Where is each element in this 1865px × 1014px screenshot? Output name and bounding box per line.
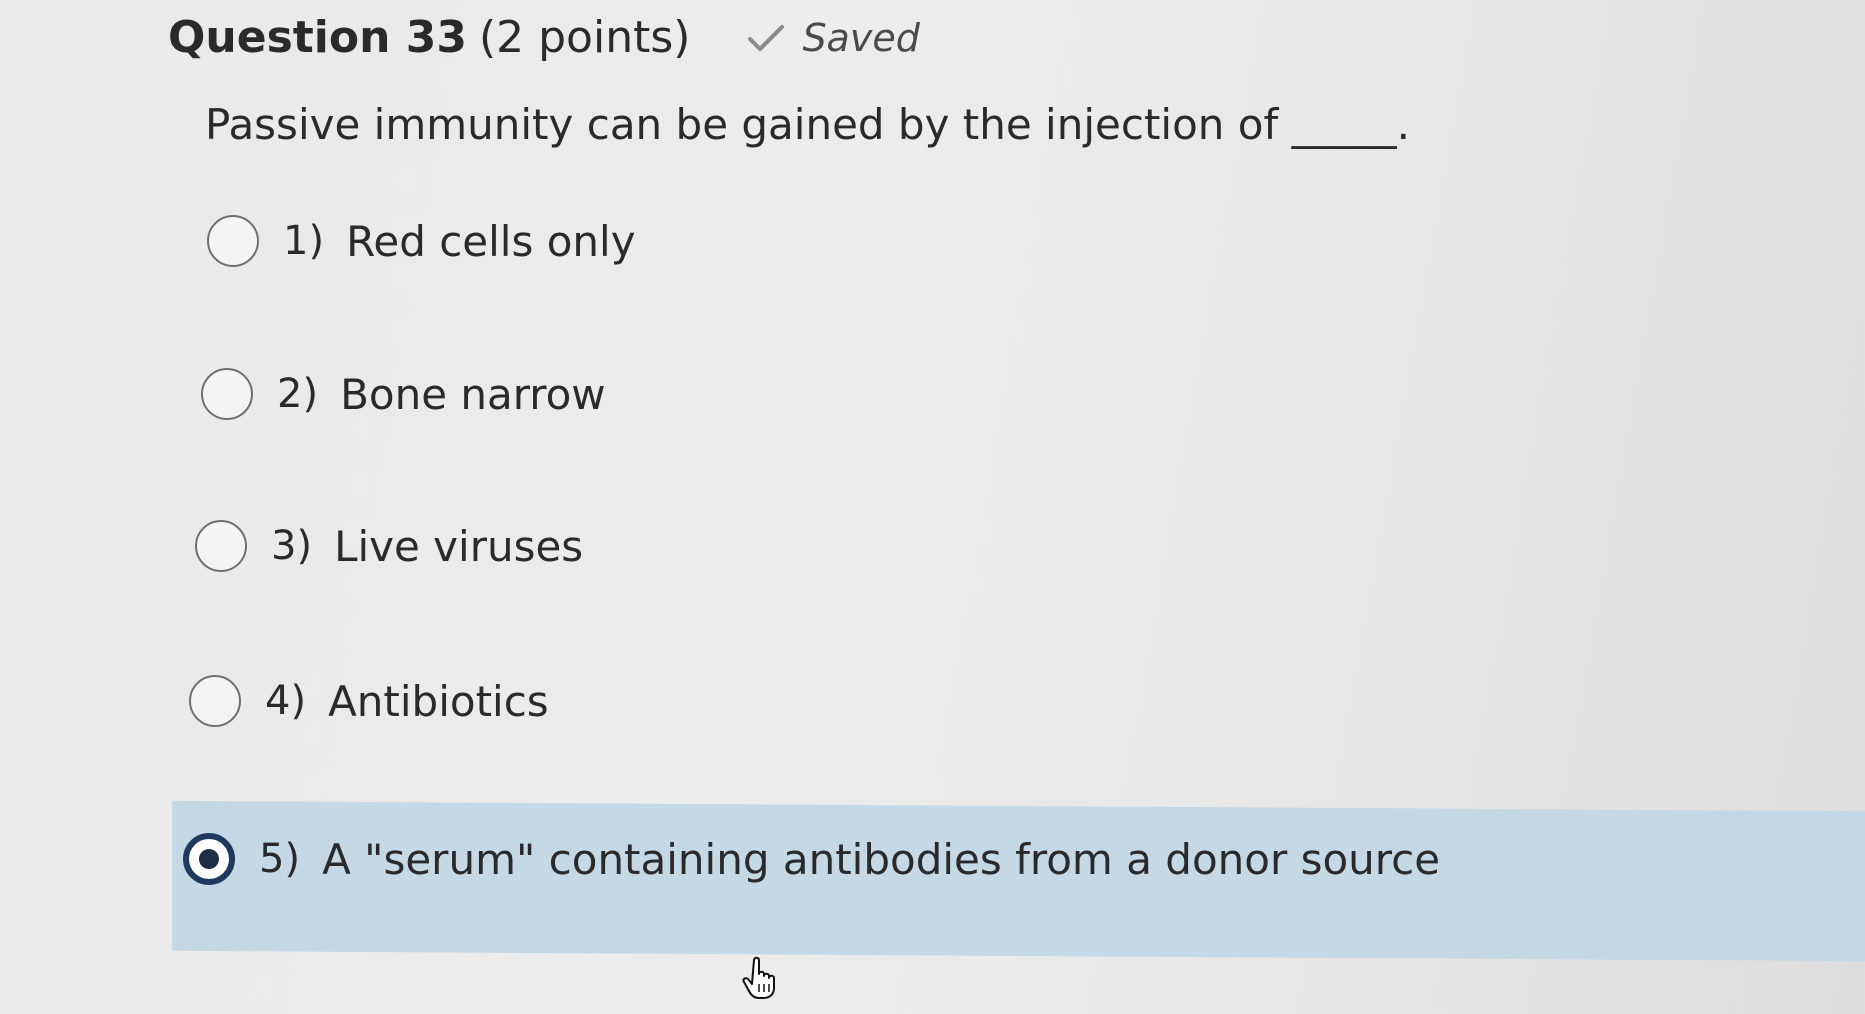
question-text: Passive immunity can be gained by the in… xyxy=(205,100,1410,149)
question-header: Question 33 (2 points) Saved xyxy=(168,12,920,63)
radio-button[interactable] xyxy=(195,520,247,572)
quiz-page: Question 33 (2 points) Saved Passive imm… xyxy=(0,0,1865,1014)
answer-option-5[interactable]: 5) A "serum" containing antibodies from … xyxy=(183,833,1440,885)
radio-button[interactable] xyxy=(207,215,259,267)
answer-option-1[interactable]: 1) Red cells only xyxy=(207,215,636,267)
radio-dot xyxy=(199,849,219,869)
option-label: Red cells only xyxy=(346,216,636,266)
radio-button-selected[interactable] xyxy=(183,833,235,885)
question-points: (2 points) xyxy=(478,12,691,63)
option-label: Live viruses xyxy=(334,521,584,571)
radio-button[interactable] xyxy=(189,675,241,727)
hand-pointer-icon xyxy=(742,956,782,1000)
checkmark-icon xyxy=(746,22,786,54)
option-number: 4) xyxy=(265,678,307,724)
option-number: 5) xyxy=(259,836,301,882)
radio-button[interactable] xyxy=(201,368,253,420)
answer-option-2[interactable]: 2) Bone narrow xyxy=(201,368,606,420)
option-label: A "serum" containing antibodies from a d… xyxy=(322,834,1441,884)
question-title: Question 33 xyxy=(168,12,467,63)
option-label: Antibiotics xyxy=(328,676,549,726)
answer-option-4[interactable]: 4) Antibiotics xyxy=(189,675,549,727)
option-number: 2) xyxy=(277,371,319,417)
saved-status: Saved xyxy=(802,15,920,60)
option-label: Bone narrow xyxy=(340,369,606,419)
answer-option-3[interactable]: 3) Live viruses xyxy=(195,520,583,572)
option-number: 1) xyxy=(283,218,325,264)
option-number: 3) xyxy=(271,523,313,569)
